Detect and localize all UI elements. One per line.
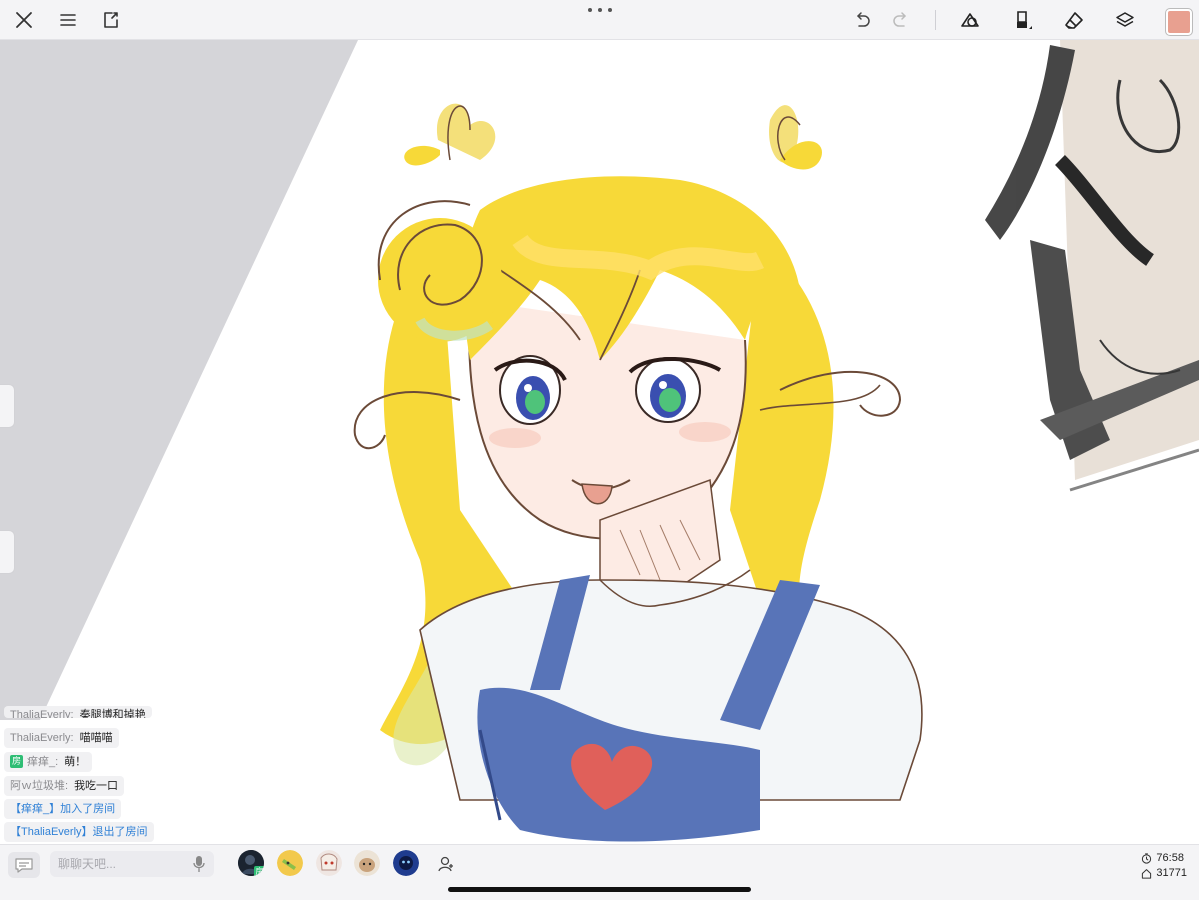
session-stats: 76:58 31771 (1141, 851, 1187, 881)
redo-icon[interactable] (887, 6, 915, 34)
participant-avatar[interactable] (393, 850, 419, 876)
left-slider-handle-bottom[interactable] (0, 530, 15, 574)
chat-input[interactable] (50, 851, 188, 877)
close-icon[interactable] (10, 6, 38, 34)
participant-avatar[interactable] (354, 850, 380, 876)
chat-message: 房痒痒_: 萌！ (4, 752, 93, 772)
chat-system-message: 【痒痒_】加入了房间 (4, 799, 122, 819)
home-icon (1142, 869, 1152, 879)
chat-toggle-button[interactable] (8, 852, 40, 878)
undo-icon[interactable] (848, 6, 876, 34)
timer-icon (1142, 853, 1152, 864)
toolbar-divider (935, 10, 936, 30)
timer-value: 76:58 (1156, 852, 1184, 864)
chat-text: 喵喵喵 (79, 732, 113, 744)
color-picker-swatch[interactable] (1166, 9, 1192, 35)
chat-message: ThaliaEverly: 秦腿博和掉艳 (4, 706, 152, 718)
layers-icon[interactable] (1111, 6, 1139, 34)
add-participant-icon[interactable] (437, 855, 455, 873)
participant-avatar[interactable] (277, 850, 303, 876)
canvas-artwork (0, 40, 1199, 842)
chat-system-message: 【ThaliaEverly】退出了房间 (4, 822, 154, 842)
microphone-icon[interactable] (192, 855, 206, 873)
more-options-icon[interactable] (588, 4, 612, 16)
avatar-image (316, 850, 342, 876)
participant-avatar[interactable] (316, 850, 342, 876)
chat-system-text: 【ThaliaEverly】退出了房间 (10, 826, 148, 838)
brush-icon[interactable] (1008, 6, 1036, 34)
chat-message: ThaliaEverly: 喵喵喵 (4, 728, 119, 748)
chat-message: 阿ｗ垃圾堆: 我吃一口 (4, 776, 125, 796)
avatar-image (354, 850, 380, 876)
chat-input-box (50, 851, 214, 877)
participant-avatar[interactable]: 房 (238, 850, 264, 876)
sketch-fragment (985, 40, 1199, 492)
left-slider-handle-top[interactable] (0, 384, 15, 428)
chat-text: 萌！ (64, 756, 87, 768)
chat-bubble-icon (15, 858, 33, 873)
chat-username: 阿ｗ垃圾堆: (10, 780, 69, 792)
chat-system-text: 【痒痒_】加入了房间 (10, 803, 116, 815)
chat-text: 我吃一口 (74, 780, 119, 792)
export-icon[interactable] (97, 6, 125, 34)
popularity-row: 31771 (1141, 866, 1187, 881)
chat-username: 痒痒_: (27, 756, 59, 768)
top-toolbar (0, 0, 1199, 40)
timer-row: 76:58 (1141, 851, 1187, 866)
home-indicator[interactable] (448, 887, 751, 892)
room-owner-badge: 房 (10, 754, 23, 768)
shapes-icon[interactable] (956, 6, 984, 34)
drawing-canvas[interactable] (0, 40, 1199, 844)
popularity-value: 31771 (1156, 867, 1187, 879)
chat-username: ThaliaEverly: (10, 709, 74, 718)
eraser-icon[interactable] (1060, 6, 1088, 34)
chat-username: ThaliaEverly: (10, 732, 74, 744)
avatar-image (277, 850, 303, 876)
chat-text: 秦腿博和掉艳 (79, 709, 146, 718)
menu-icon[interactable] (54, 6, 82, 34)
avatar-image (393, 850, 419, 876)
room-owner-badge: 房 (254, 866, 264, 876)
